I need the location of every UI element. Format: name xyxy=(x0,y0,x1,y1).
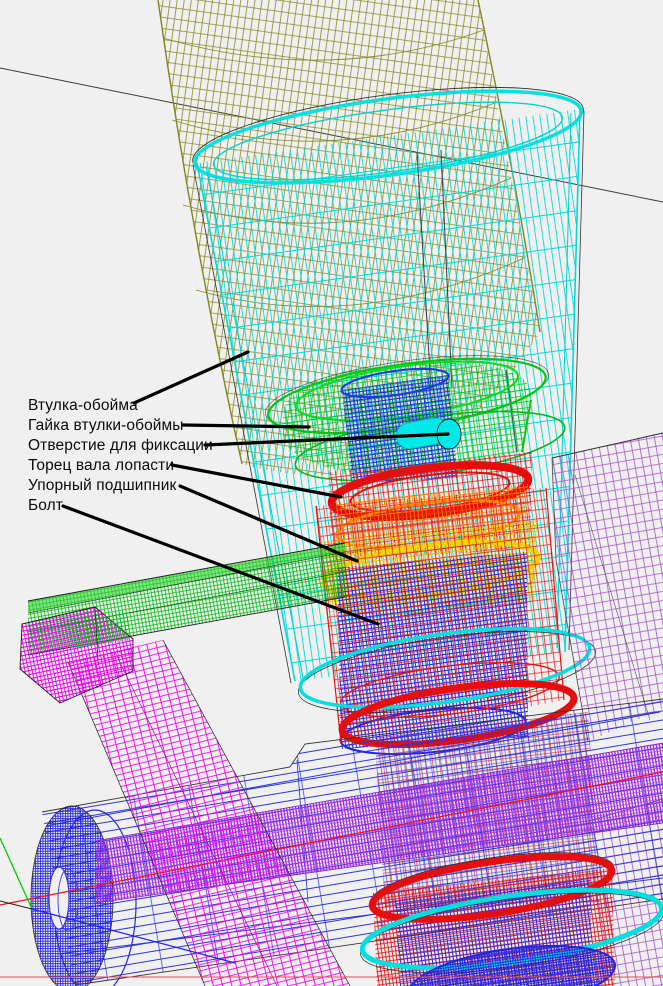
label-torec: Торец вала лопасти xyxy=(28,456,174,476)
y-axis-line xyxy=(0,838,32,909)
label-podshipnik: Упорный подшипник xyxy=(28,476,176,496)
cad-viewport: Втулка-обойма Гайка втулки-обоймы Отверс… xyxy=(0,0,663,986)
label-vtulka-oboyma: Втулка-обойма xyxy=(28,396,138,416)
leader-line-gayka xyxy=(183,425,309,427)
label-gayka: Гайка втулки-обоймы xyxy=(28,416,184,436)
shaft-flange-hole xyxy=(49,867,69,929)
label-bolt: Болт xyxy=(28,496,63,516)
label-otverstie: Отверстие для фиксации xyxy=(28,436,213,456)
